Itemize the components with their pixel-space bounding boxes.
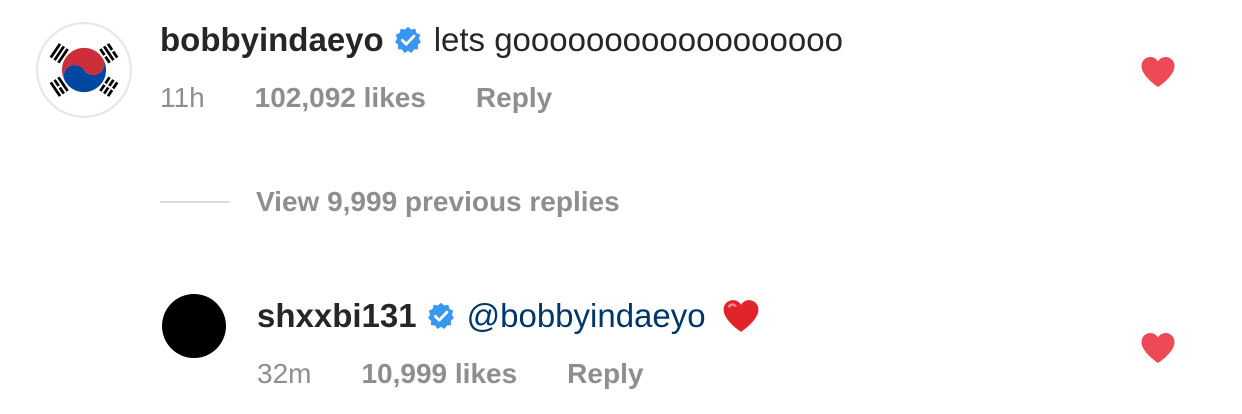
- comment-timestamp[interactable]: 11h: [160, 82, 205, 114]
- reply-mention-link[interactable]: @bobbyindaeyo: [467, 297, 706, 335]
- comment-username[interactable]: bobbyindaeyo: [160, 21, 384, 59]
- comment-text: lets goooooooooooooooooo: [433, 21, 843, 58]
- reply-timestamp[interactable]: 32m: [257, 358, 311, 390]
- comment-header: bobbyindaeyo lets goooooooooooooooooo: [160, 18, 843, 62]
- view-previous-replies-button[interactable]: View 9,999 previous replies: [160, 186, 620, 218]
- verified-badge-icon: [427, 302, 455, 330]
- south-korea-flag-icon: [38, 24, 130, 116]
- reply-button[interactable]: Reply: [567, 358, 643, 390]
- like-heart-icon[interactable]: [1140, 56, 1176, 88]
- reply-meta: 32m 10,999 likes Reply: [257, 358, 643, 390]
- reply-button[interactable]: Reply: [476, 82, 552, 114]
- verified-badge-icon: [394, 26, 422, 54]
- reply-avatar[interactable]: [162, 294, 226, 358]
- like-heart-icon[interactable]: [1140, 332, 1176, 364]
- red-heart-emoji-icon: [722, 299, 760, 333]
- view-replies-label: View 9,999 previous replies: [256, 186, 620, 217]
- reply-username[interactable]: shxxbi131: [257, 297, 417, 335]
- avatar[interactable]: [36, 22, 132, 118]
- divider: [160, 201, 230, 203]
- comment-likes-count[interactable]: 102,092 likes: [255, 82, 426, 114]
- comment-meta: 11h 102,092 likes Reply: [160, 82, 552, 114]
- reply-header: shxxbi131 @bobbyindaeyo: [257, 294, 760, 338]
- reply-likes-count[interactable]: 10,999 likes: [361, 358, 517, 390]
